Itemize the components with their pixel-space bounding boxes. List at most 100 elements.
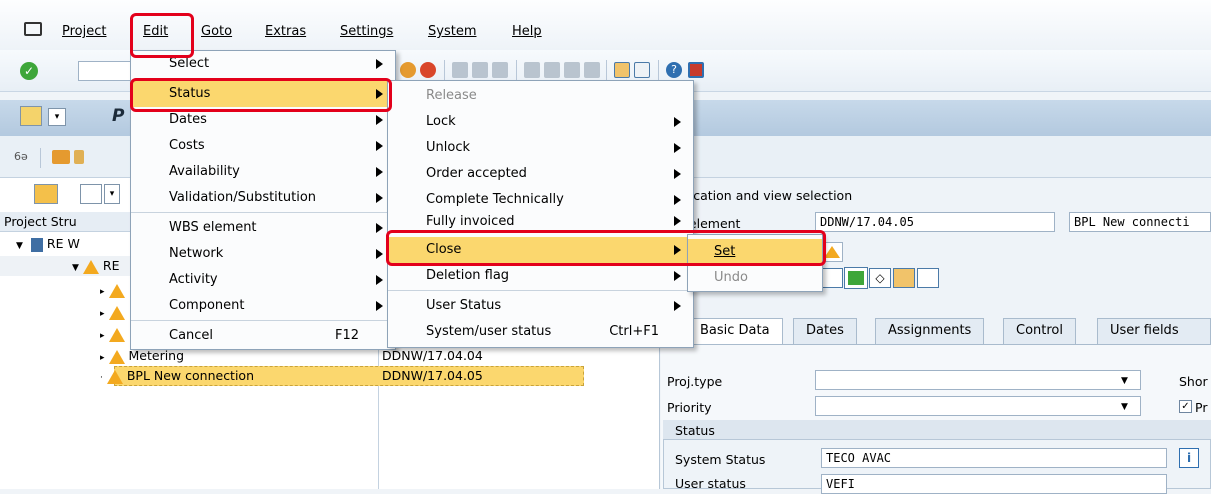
- warning-triangle-icon: [108, 327, 125, 342]
- menu-item-undo: Undo: [714, 270, 748, 285]
- create-icon[interactable]: [80, 184, 102, 204]
- status-group-header: [663, 420, 1211, 440]
- chevron-down-icon[interactable]: ▼: [1121, 376, 1128, 386]
- document-icon[interactable]: [893, 268, 915, 288]
- menu-item-order-accepted[interactable]: Order accepted: [388, 161, 693, 187]
- menu-help[interactable]: Help: [512, 22, 542, 42]
- pr-checkbox[interactable]: ✓: [1179, 400, 1192, 413]
- tree-row[interactable]: · BPL New connection DDNW/17.04.05: [100, 368, 660, 386]
- tree-row-label: RE: [102, 258, 120, 273]
- menu-item-wbs-element[interactable]: WBS element: [131, 215, 395, 241]
- chevron-down-icon[interactable]: ▼: [1121, 402, 1128, 412]
- callout-edit-menu: [130, 13, 194, 58]
- info-icon[interactable]: i: [1179, 448, 1199, 468]
- activity-icon[interactable]: [844, 267, 868, 289]
- display-change-icon[interactable]: 6ə: [14, 150, 34, 164]
- menu-item-costs[interactable]: Costs: [131, 133, 395, 159]
- menu-item-cancel[interactable]: Cancel F12: [131, 323, 395, 349]
- tree-row[interactable]: ▼ RE W: [16, 236, 80, 254]
- menu-system[interactable]: System: [428, 22, 476, 42]
- window-menu-icon[interactable]: [24, 22, 42, 36]
- expand-arrow-icon[interactable]: ▼: [72, 263, 79, 273]
- tree-row-code: DDNW/17.04.04: [382, 348, 483, 363]
- tree-row[interactable]: ▸: [100, 282, 125, 298]
- tab-dates[interactable]: Dates: [793, 318, 857, 344]
- structure-icon[interactable]: [20, 106, 42, 126]
- menu-extras[interactable]: Extras: [265, 22, 306, 42]
- find-icon[interactable]: [472, 62, 488, 78]
- menu-item-fully-invoiced[interactable]: Fully invoiced: [388, 211, 693, 229]
- detail-pane: tification and view selection S element …: [661, 178, 1211, 494]
- milestone-icon[interactable]: ◇: [869, 268, 891, 288]
- open-folder-icon[interactable]: [34, 184, 58, 204]
- enter-check-icon[interactable]: ✓: [20, 62, 38, 80]
- tab-assignments[interactable]: Assignments: [875, 318, 985, 344]
- find-next-icon[interactable]: [492, 62, 508, 78]
- tree-row[interactable]: ▼ RE: [72, 258, 119, 276]
- warning-triangle-icon: [106, 369, 123, 384]
- print-icon[interactable]: [452, 62, 468, 78]
- create-dropdown-icon[interactable]: ▾: [104, 184, 120, 204]
- status-group-title: Status: [675, 423, 715, 438]
- menu-separator: [388, 290, 693, 291]
- menu-project[interactable]: Project: [62, 22, 106, 42]
- priority-label: Priority: [667, 400, 712, 415]
- exit-icon[interactable]: [400, 62, 416, 78]
- copy-icon[interactable]: [917, 268, 939, 288]
- tab-control[interactable]: Control: [1003, 318, 1076, 344]
- first-page-icon[interactable]: [524, 62, 540, 78]
- menu-item-availability[interactable]: Availability: [131, 159, 395, 185]
- tab-basic-data[interactable]: Basic Data: [687, 318, 783, 344]
- tab-user-fields[interactable]: User fields: [1097, 318, 1211, 344]
- hierarchy-icon[interactable]: [52, 150, 70, 164]
- menu-item-lock[interactable]: Lock: [388, 109, 693, 135]
- menu-item-component[interactable]: Component: [131, 293, 395, 319]
- expand-arrow-icon[interactable]: ▼: [16, 241, 23, 251]
- tree-row[interactable]: ▸: [100, 326, 125, 342]
- warning-triangle-icon: [108, 349, 125, 364]
- menu-item-network[interactable]: Network: [131, 241, 395, 267]
- separator: [444, 60, 445, 80]
- priority-select[interactable]: [815, 396, 1141, 416]
- shortcut-ctrl-f1: Ctrl+F1: [609, 324, 659, 339]
- menu-item-complete-technically[interactable]: Complete Technically: [388, 187, 693, 213]
- proj-type-label: Proj.type: [667, 374, 723, 389]
- tree-row[interactable]: ▸: [100, 304, 125, 320]
- leaf-dot: ·: [100, 373, 103, 383]
- menu-item-validation-substitution[interactable]: Validation/Substitution: [131, 185, 395, 211]
- menu-separator: [131, 212, 395, 213]
- menu-item-release: Release: [426, 88, 477, 103]
- status-submenu: Release Lock Unlock Order accepted Compl…: [387, 80, 694, 348]
- last-page-icon[interactable]: [584, 62, 600, 78]
- tree-row-label: Metering: [128, 348, 185, 363]
- next-page-icon[interactable]: [564, 62, 580, 78]
- warning-triangle-icon: [108, 283, 125, 298]
- menu-item-activity[interactable]: Activity: [131, 267, 395, 293]
- system-status-label: System Status: [675, 452, 766, 467]
- menu-item-unlock[interactable]: Unlock: [388, 135, 693, 161]
- new-session-icon[interactable]: [614, 62, 630, 78]
- shortcut-icon[interactable]: [634, 62, 650, 78]
- tree-row-label: RE W: [46, 236, 80, 251]
- layout-menu-icon[interactable]: [688, 62, 704, 78]
- proj-type-select[interactable]: [815, 370, 1141, 390]
- menu-item-deletion-flag[interactable]: Deletion flag: [388, 263, 693, 289]
- dropdown-icon[interactable]: ▾: [48, 108, 66, 126]
- expand-arrow-icon[interactable]: ▸: [100, 353, 105, 363]
- menu-goto[interactable]: Goto: [201, 22, 232, 42]
- separator: [658, 60, 659, 80]
- wbs-description-field[interactable]: BPL New connecti: [1069, 212, 1211, 232]
- object-icon[interactable]: [821, 268, 843, 288]
- screen-title: P: [112, 106, 125, 126]
- tree-row[interactable]: ▸ Metering DDNW/17.04.04: [100, 348, 660, 366]
- command-field[interactable]: [78, 61, 138, 81]
- menu-settings[interactable]: Settings: [340, 22, 393, 42]
- cancel-icon[interactable]: [420, 62, 436, 78]
- menu-item-system-user-status[interactable]: System/user status Ctrl+F1: [388, 319, 693, 345]
- help-icon[interactable]: ?: [666, 62, 682, 78]
- previous-page-icon[interactable]: [544, 62, 560, 78]
- hierarchy-icon-2[interactable]: [74, 150, 84, 164]
- wbs-element-field[interactable]: DDNW/17.04.05: [815, 212, 1055, 232]
- user-status-field[interactable]: VEFI: [821, 474, 1167, 494]
- menu-item-user-status[interactable]: User Status: [388, 293, 693, 319]
